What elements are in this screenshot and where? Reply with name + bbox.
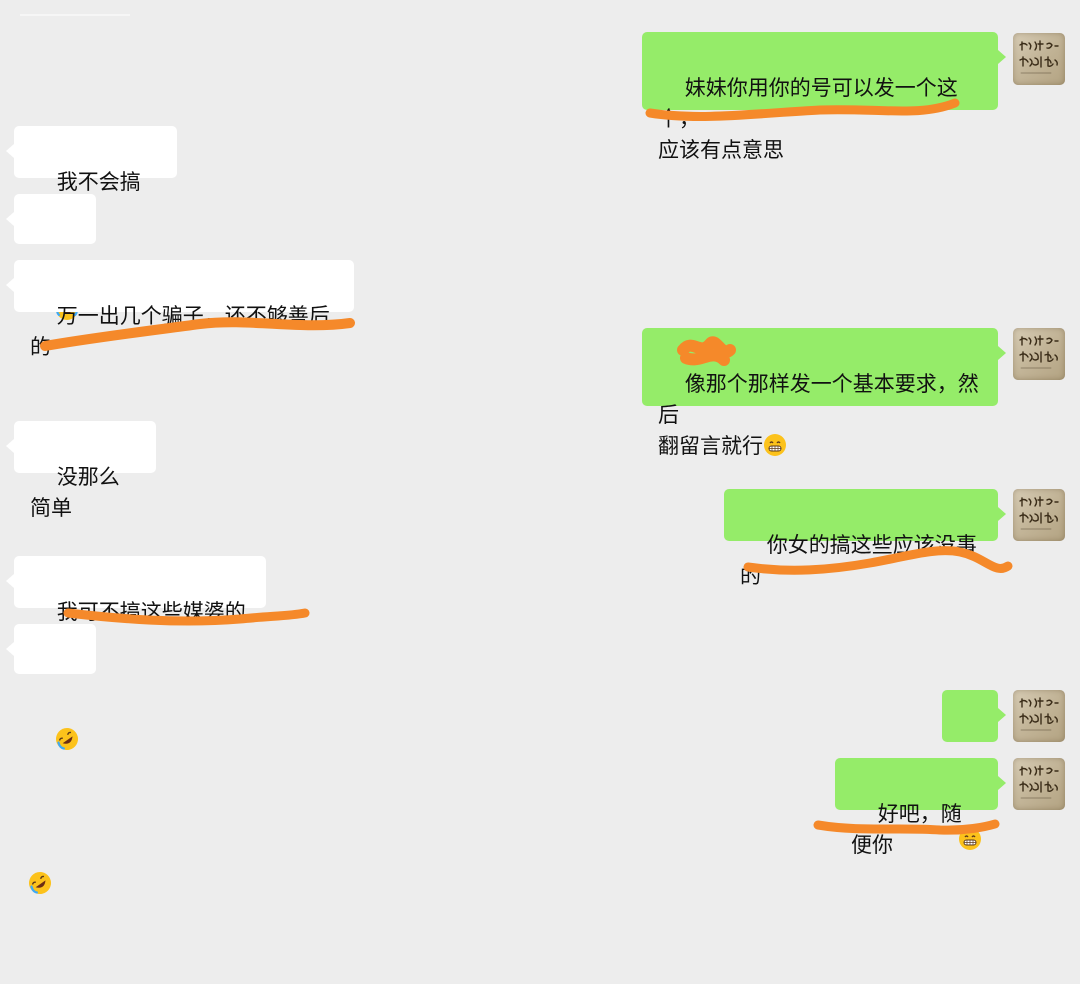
message-bubble-outgoing[interactable]: 好吧，随便你 [835, 758, 1006, 857]
message-text-line-1: 像那个那样发一个基本要求，然后 [658, 372, 979, 427]
message-text: 没那么简单 [30, 465, 120, 520]
chat-window: 妹妹你用你的号可以发一个这个， 应该有点意思 我不会搞这些 万一出几个骗子，还不 [0, 0, 1080, 894]
user-avatar[interactable] [1013, 33, 1065, 85]
calligraphy-avatar-icon [1019, 496, 1059, 530]
message-bubble-outgoing[interactable]: 你女的搞这些应该没事的 [724, 489, 1006, 588]
message-bubble-incoming[interactable]: 没那么简单 [6, 421, 156, 520]
message-bubble-incoming[interactable]: 万一出几个骗子，还不够善后的 [6, 260, 354, 359]
message-bubble-incoming[interactable]: 我不会搞这些 [6, 126, 177, 225]
top-divider [20, 14, 130, 16]
calligraphy-avatar-icon [1019, 40, 1059, 74]
grinning-face-icon [763, 433, 787, 457]
calligraphy-avatar-icon [1019, 765, 1059, 799]
message-text: 好吧，随便你 [851, 802, 962, 857]
message-bubble-outgoing[interactable]: 妹妹你用你的号可以发一个这个， 应该有点意思 [642, 32, 1006, 162]
message-bubble-outgoing[interactable]: 像那个那样发一个基本要求，然后翻留言就行 [642, 328, 1006, 458]
message-bubble-incoming[interactable]: 我可不搞这些媒婆的事 [6, 556, 266, 655]
message-text: 你女的搞这些应该没事的 [740, 533, 977, 588]
rolling-on-floor-laughing-icon [55, 665, 79, 750]
message-text: 妹妹你用你的号可以发一个这个， 应该有点意思 [658, 76, 958, 162]
calligraphy-avatar-icon [1019, 697, 1059, 731]
user-avatar[interactable] [1013, 489, 1065, 541]
user-avatar[interactable] [1013, 690, 1065, 742]
user-avatar[interactable] [1013, 758, 1065, 810]
face-with-tears-of-joy-icon [55, 235, 79, 320]
user-avatar[interactable] [1013, 328, 1065, 380]
calligraphy-avatar-icon [1019, 335, 1059, 369]
message-bubble-outgoing[interactable] [942, 690, 1006, 850]
rolling-on-floor-laughing-icon [28, 809, 52, 894]
message-bubble-incoming[interactable] [6, 624, 96, 894]
message-text-line-2: 翻留言就行 [658, 434, 763, 458]
message-bubble-incoming[interactable] [6, 194, 96, 464]
